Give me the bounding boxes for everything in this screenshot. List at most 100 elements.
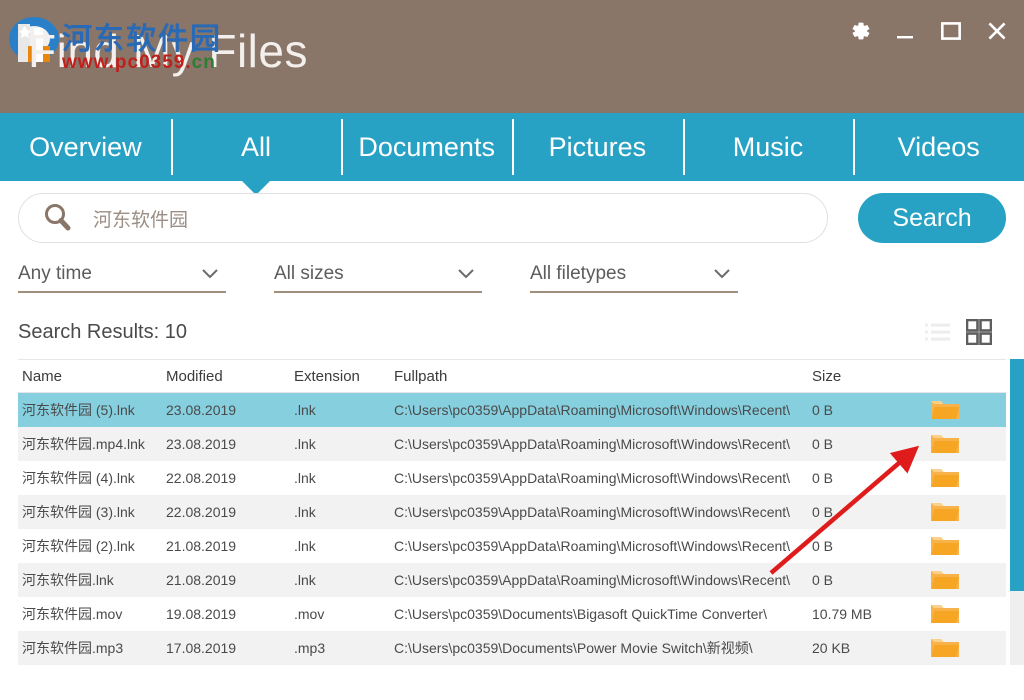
results-table: Name Modified Extension Fullpath Size 河东… <box>0 359 1024 665</box>
tab-label: Pictures <box>548 131 647 162</box>
table-row[interactable]: 河东软件园 (5).lnk 23.08.2019 .lnk C:\Users\pc03… <box>18 393 1006 427</box>
tab-music[interactable]: Music <box>682 113 854 181</box>
filetype-filter-dropdown[interactable]: All filetypes <box>530 263 738 293</box>
cell-size: 0 B <box>812 436 834 452</box>
open-folder-button[interactable] <box>922 466 1006 490</box>
cell-fullpath: C:\Users\pc0359\AppData\Roaming\Microsof… <box>394 572 791 588</box>
column-header-extension[interactable]: Extension <box>294 368 394 385</box>
folder-icon[interactable] <box>930 500 960 524</box>
cell-fullpath: C:\Users\pc0359\Documents\Power Movie Sw… <box>394 640 753 656</box>
tab-label: Documents <box>358 131 495 162</box>
column-header-modified[interactable]: Modified <box>166 368 294 385</box>
folder-icon[interactable] <box>930 534 960 558</box>
table-row[interactable]: 河东软件园 (3).lnk 22.08.2019 .lnk C:\Users\pc03… <box>18 495 1006 529</box>
table-row[interactable]: 河东软件园 (2).lnk 21.08.2019 .lnk C:\Users\pc03… <box>18 529 1006 563</box>
close-icon <box>988 22 1006 40</box>
open-folder-button[interactable] <box>922 432 1006 456</box>
cell-name: 河东软件园.lnk <box>22 572 114 588</box>
search-input-value: 河东软件园 <box>93 209 189 231</box>
open-folder-button[interactable] <box>922 636 1006 660</box>
cell-extension: .lnk <box>294 402 316 418</box>
cell-modified: 22.08.2019 <box>166 504 237 520</box>
table-header-row: Name Modified Extension Fullpath Size <box>18 359 1006 393</box>
cell-modified: 23.08.2019 <box>166 436 237 452</box>
search-results-count: Search Results: 10 <box>18 320 187 343</box>
open-folder-button[interactable] <box>922 602 1006 626</box>
open-folder-button[interactable] <box>922 500 1006 524</box>
gear-icon <box>852 22 870 40</box>
scrollbar-track[interactable] <box>1010 359 1024 665</box>
cell-size: 0 B <box>812 504 834 520</box>
folder-icon[interactable] <box>930 432 960 456</box>
chevron-down-icon <box>458 269 474 279</box>
results-header: Search Results: 10 <box>18 319 1006 345</box>
search-row: 河东软件园 Search <box>18 193 1006 243</box>
search-button[interactable]: Search <box>858 193 1006 243</box>
size-filter-label: All sizes <box>274 263 344 284</box>
cell-fullpath: C:\Users\pc0359\AppData\Roaming\Microsof… <box>394 436 791 452</box>
folder-icon[interactable] <box>930 398 960 422</box>
size-filter-dropdown[interactable]: All sizes <box>274 263 482 293</box>
column-header-fullpath[interactable]: Fullpath <box>394 368 812 385</box>
tab-all[interactable]: All <box>170 113 342 195</box>
open-folder-button[interactable] <box>922 398 1006 422</box>
window-controls <box>844 16 1012 46</box>
cell-modified: 19.08.2019 <box>166 606 237 622</box>
cell-fullpath: C:\Users\pc0359\AppData\Roaming\Microsof… <box>394 504 791 520</box>
cell-extension: .mp3 <box>294 640 326 656</box>
cell-modified: 22.08.2019 <box>166 470 237 486</box>
cell-modified: 21.08.2019 <box>166 572 237 588</box>
tab-videos[interactable]: Videos <box>853 113 1024 181</box>
view-toggle-group <box>924 319 992 345</box>
folder-icon[interactable] <box>930 602 960 626</box>
column-header-name[interactable]: Name <box>18 368 166 385</box>
cell-size: 20 KB <box>812 640 851 656</box>
open-folder-button[interactable] <box>922 568 1006 592</box>
tab-overview[interactable]: Overview <box>0 113 171 181</box>
cell-fullpath: C:\Users\pc0359\AppData\Roaming\Microsof… <box>394 470 791 486</box>
tab-pictures[interactable]: Pictures <box>512 113 683 181</box>
cell-extension: .lnk <box>294 470 316 486</box>
tab-label: Videos <box>897 131 980 162</box>
cell-extension: .mov <box>294 606 325 622</box>
table-row[interactable]: 河东软件园.mov 19.08.2019 .mov C:\Users\pc0359\D… <box>18 597 1006 631</box>
cell-fullpath: C:\Users\pc0359\AppData\Roaming\Microsof… <box>394 402 791 418</box>
search-icon <box>45 204 71 231</box>
cell-extension: .lnk <box>294 538 316 554</box>
maximize-button[interactable] <box>936 16 966 46</box>
scrollbar-thumb[interactable] <box>1010 359 1024 591</box>
tab-label: Overview <box>29 131 142 162</box>
list-view-icon[interactable] <box>924 321 950 343</box>
close-button[interactable] <box>982 16 1012 46</box>
cell-name: 河东软件园 (5).lnk <box>22 402 135 418</box>
minimize-button[interactable] <box>890 16 920 46</box>
open-folder-button[interactable] <box>922 534 1006 558</box>
tab-documents[interactable]: Documents <box>341 113 512 181</box>
table-row[interactable]: 河东软件园.mp3 17.08.2019 .mp3 C:\Users\pc0359\D… <box>18 631 1006 665</box>
table-row[interactable]: 河东软件园.mp4.lnk 23.08.2019 .lnk C:\Users\pc03… <box>18 427 1006 461</box>
time-filter-label: Any time <box>18 263 92 284</box>
cell-fullpath: C:\Users\pc0359\AppData\Roaming\Microsof… <box>394 538 791 554</box>
cell-size: 0 B <box>812 402 834 418</box>
cell-modified: 21.08.2019 <box>166 538 237 554</box>
column-header-size[interactable]: Size <box>812 368 922 385</box>
cell-name: 河东软件园 (4).lnk <box>22 470 135 486</box>
tab-label: All <box>241 131 272 162</box>
search-zone: 河东软件园 Search Any time All sizes All file… <box>0 193 1024 345</box>
maximize-icon <box>941 22 961 40</box>
folder-icon[interactable] <box>930 466 960 490</box>
folder-icon[interactable] <box>930 568 960 592</box>
cell-name: 河东软件园.mov <box>22 606 123 622</box>
time-filter-dropdown[interactable]: Any time <box>18 263 226 293</box>
table-row[interactable]: 河东软件园 (4).lnk 22.08.2019 .lnk C:\Users\pc03… <box>18 461 1006 495</box>
filetype-filter-label: All filetypes <box>530 263 627 284</box>
table-row[interactable]: 河东软件园.lnk 21.08.2019 .lnk C:\Users\pc0359\A… <box>18 563 1006 597</box>
folder-icon[interactable] <box>930 636 960 660</box>
title-bar: Find My Files 河东软件园 www.pc0359.cn <box>0 0 1024 113</box>
settings-button[interactable] <box>844 16 874 46</box>
search-input[interactable]: 河东软件园 <box>18 193 828 243</box>
watermark-url-red: www.pc0359. <box>62 52 192 73</box>
grid-view-icon[interactable] <box>966 319 992 345</box>
tab-label: Music <box>732 131 804 162</box>
find-my-files-window: Find My Files 河东软件园 www.pc0359.cn Overvi… <box>0 0 1024 700</box>
